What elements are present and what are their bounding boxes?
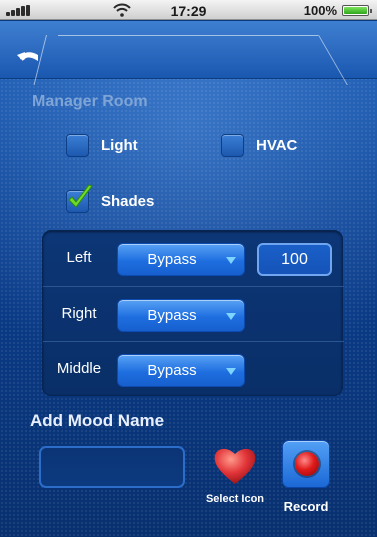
status-bar: 17:29 100%	[0, 0, 377, 20]
shade-right-mode-dropdown[interactable]: Bypass	[117, 299, 245, 332]
hvac-option[interactable]: HVAC	[221, 134, 297, 157]
record-label: Record	[283, 499, 329, 514]
checkmark-icon	[68, 184, 93, 208]
shade-row-right: Right Bypass	[43, 286, 344, 341]
shades-panel: Left Bypass 100 Right Bypass Middle Bypa…	[42, 230, 344, 396]
dropdown-value: Bypass	[147, 251, 197, 268]
header-tab-edge-right	[318, 35, 348, 85]
shades-checkbox[interactable]	[66, 184, 93, 213]
light-label: Light	[101, 137, 138, 154]
shade-row-middle: Middle Bypass	[43, 341, 344, 396]
mood-name-input[interactable]	[39, 446, 185, 488]
shade-left-mode-dropdown[interactable]: Bypass	[117, 243, 245, 276]
shade-row-label: Right	[61, 305, 97, 322]
main-screen: Manager Room Light HVAC Shades Left Bypa…	[0, 21, 377, 537]
select-icon-button[interactable]	[210, 444, 260, 486]
battery-icon	[342, 5, 372, 16]
chevron-down-icon	[226, 313, 236, 320]
header-tab	[58, 35, 318, 79]
mood-title: Add Mood Name	[30, 411, 165, 430]
record-icon	[295, 452, 319, 476]
shade-row-left: Left Bypass 100	[43, 231, 344, 286]
light-checkbox[interactable]	[66, 134, 89, 157]
shade-middle-mode-dropdown[interactable]: Bypass	[117, 354, 245, 387]
heart-icon	[214, 448, 256, 484]
hvac-label: HVAC	[256, 137, 298, 154]
light-option[interactable]: Light	[66, 134, 138, 157]
chevron-down-icon	[226, 257, 236, 264]
battery-percent: 100%	[303, 3, 337, 18]
shades-label: Shades	[101, 193, 155, 210]
room-title: Manager Room	[32, 93, 148, 110]
shade-left-value-field[interactable]: 100	[257, 243, 332, 276]
shade-row-label: Left	[66, 249, 92, 266]
battery-fill	[344, 7, 367, 14]
undo-arrow-icon	[17, 52, 38, 61]
shades-option[interactable]: Shades	[66, 184, 155, 213]
chevron-down-icon	[226, 368, 236, 375]
shade-row-label: Middle	[56, 360, 102, 377]
navigation-bar	[0, 21, 377, 85]
dropdown-value: Bypass	[147, 307, 197, 324]
hvac-checkbox[interactable]	[221, 134, 244, 157]
dropdown-value: Bypass	[147, 362, 197, 379]
record-button[interactable]	[282, 440, 330, 488]
back-button[interactable]	[14, 45, 44, 69]
select-icon-label: Select Icon	[205, 493, 265, 505]
